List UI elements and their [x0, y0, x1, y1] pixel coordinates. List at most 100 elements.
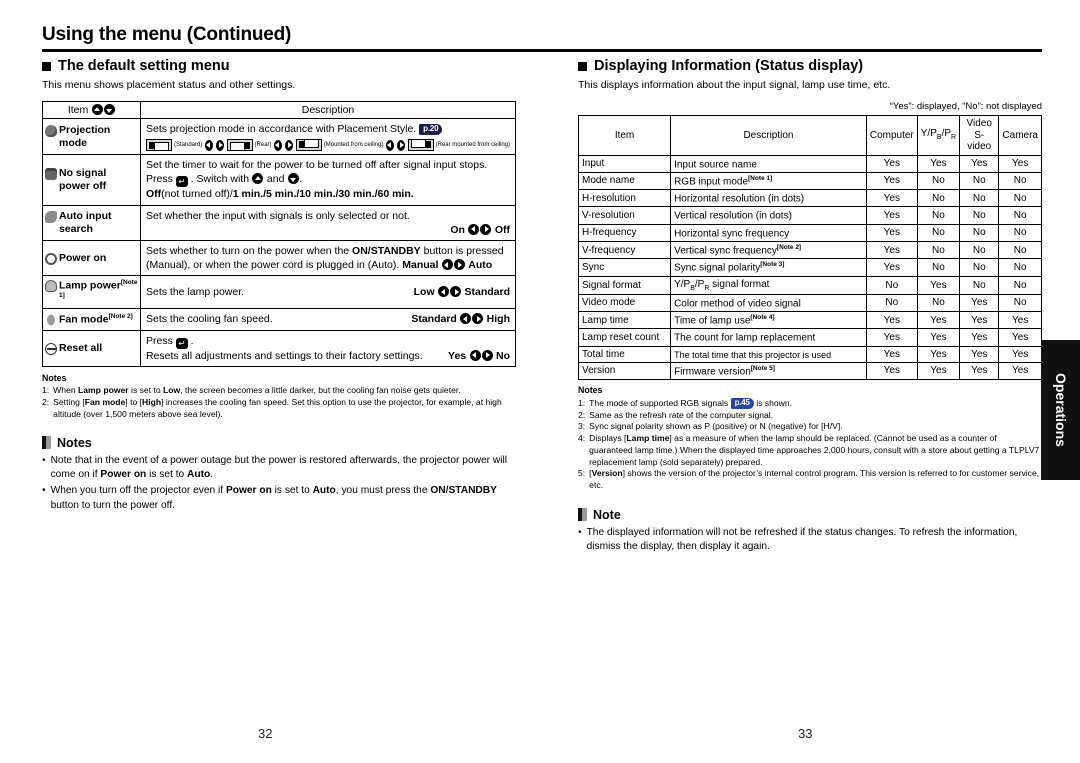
page-ref-badge[interactable]: p.20 — [419, 124, 443, 136]
arrow-right-icon — [215, 139, 225, 151]
cell-item: Lamp time — [577, 311, 672, 330]
note-item: 5: [Version] shows the version of the pr… — [578, 468, 1042, 491]
note-bullet: • The displayed information will not be … — [578, 526, 1042, 555]
projection-rear-label: (Rear) — [254, 142, 272, 149]
cell-ypbpr: Yes — [916, 275, 961, 295]
desc-line-1: Set whether the input with signals is on… — [146, 209, 410, 222]
note-item: 3: Sync signal polarity shown as P (posi… — [578, 421, 843, 432]
cell-desc: The total time that this projector is us… — [670, 345, 867, 363]
note-item: 4: Displays [Lamp time] as a measure of … — [578, 433, 1042, 468]
cell-video: Yes — [959, 361, 1000, 381]
note-reference: [Note 3] — [760, 261, 785, 269]
cell-item: Mode name — [577, 171, 672, 191]
page-ref-badge[interactable]: p.45 — [730, 398, 754, 410]
desc-text: Sets the lamp power. — [146, 286, 245, 299]
desc-text: Sets the cooling fan speed. — [146, 313, 273, 326]
power-on-icon — [45, 252, 57, 265]
cell-computer: No — [865, 293, 918, 313]
note-callout-list: • The displayed information will not be … — [578, 526, 1042, 555]
desc-line-3: Off(not turned off)/1 min./5 min./10 min… — [146, 188, 414, 201]
bullet-square-icon — [578, 61, 587, 71]
arrow-down-icon — [103, 104, 115, 115]
notes-title: Notes — [42, 372, 67, 383]
header-item: Item — [577, 115, 672, 156]
header-ypbpr: Y/PB/PR — [916, 115, 961, 156]
row-item-reset-all: Reset all — [42, 329, 141, 367]
note-bullet: • Note that in the event of a power outa… — [42, 454, 516, 483]
table-row: Total time The total time that this proj… — [577, 345, 1042, 363]
cell-camera: No — [998, 171, 1042, 191]
row-desc-no-signal-power-off: Set the timer to wait for the power to b… — [140, 154, 516, 206]
cell-camera: No — [998, 275, 1042, 295]
row-item-lamp-power: Lamp power[Note 1] — [42, 275, 141, 310]
table-header-row: Item Description Computer Y/PB/PR Video … — [577, 115, 1042, 156]
right-section-heading: Displaying Information (Status display) — [578, 58, 1042, 74]
left-section-intro: This menu shows placement status and oth… — [42, 79, 296, 91]
no-signal-icon — [45, 168, 57, 181]
cell-camera: Yes — [998, 328, 1042, 347]
table-row: Input Input source name Yes Yes Yes Yes — [577, 154, 1042, 173]
cell-video: Yes — [959, 345, 1000, 363]
cell-camera: Yes — [998, 311, 1042, 330]
arrow-right-icon — [397, 139, 406, 151]
lamp-power-icon — [45, 280, 57, 293]
arrow-up-icon — [91, 104, 103, 115]
cell-video: Yes — [959, 311, 1000, 330]
row-item-label: Fan mode — [59, 313, 109, 326]
cell-video: No — [959, 258, 1000, 277]
section-tab-operations[interactable]: Operations — [1041, 340, 1080, 480]
note-text: Sync signal polarity shown as P (positiv… — [589, 421, 843, 432]
note-reference: [Note 1] — [748, 174, 773, 182]
cell-item: H-frequency — [577, 223, 672, 243]
bullet-dot: • — [42, 485, 46, 497]
cell-computer: Yes — [865, 311, 918, 330]
arrow-right-icon — [450, 286, 462, 298]
note-book-icon — [42, 436, 51, 450]
fan-mode-icon — [45, 313, 57, 326]
cell-desc: Sync signal polarity[Note 3] — [670, 258, 867, 277]
table-row: Lamp time Time of lamp use[Note 4] Yes Y… — [577, 311, 1042, 330]
cell-video: Yes — [959, 293, 1000, 313]
notes-title: Notes — [578, 385, 603, 396]
note-bullet-text: When you turn off the projector even if … — [50, 485, 497, 511]
cell-computer: Yes — [865, 189, 918, 208]
cell-desc: Horizontal resolution (in dots) — [670, 189, 867, 208]
projection-rear-ceiling-label: (Rear mounted from ceiling) — [435, 142, 511, 149]
note-text: The mode of supported RGB signals p.45 i… — [589, 398, 793, 410]
table-row: Mode name RGB input mode[Note 1] Yes No … — [577, 171, 1042, 191]
cell-ypbpr: No — [916, 189, 961, 208]
option-toggle: Yes No — [448, 349, 510, 362]
cell-computer: Yes — [865, 206, 918, 225]
arrow-left-icon — [468, 223, 480, 235]
cell-ypbpr: No — [916, 223, 961, 243]
table-row: Lamp reset count The count for lamp repl… — [577, 328, 1042, 347]
table-row: V-resolution Vertical resolution (in dot… — [577, 206, 1042, 225]
header-video: Video S-video — [959, 115, 1000, 156]
arrow-left-icon — [441, 259, 453, 271]
cell-ypbpr: Yes — [916, 154, 961, 173]
table-row: Auto input search Set whether the input … — [42, 204, 516, 241]
cell-item: Signal format — [577, 275, 672, 295]
table-row: Power on Sets whether to turn on the pow… — [42, 239, 516, 277]
left-notes: Notes 1: When Lamp power is set to Low, … — [42, 373, 516, 420]
arrow-left-icon — [460, 313, 472, 325]
cell-computer: Yes — [865, 258, 918, 277]
note-item: 1: The mode of supported RGB signals p.4… — [578, 398, 793, 410]
cell-item: H-resolution — [577, 189, 672, 208]
cell-item: Sync — [577, 258, 672, 277]
row-item-label: Reset all — [59, 341, 103, 354]
cell-video: No — [959, 223, 1000, 243]
option-toggle: Low Standard — [413, 286, 510, 299]
row-desc-reset-all: Press ↵ . Resets all adjustments and set… — [140, 329, 516, 367]
cell-desc: Y/PB/PR signal format — [670, 275, 867, 295]
page-title: Using the menu (Continued) — [42, 24, 292, 45]
cell-desc: Input source name — [670, 154, 867, 173]
note-reference: [Note 5] — [750, 364, 775, 372]
cell-computer: Yes — [865, 241, 918, 260]
cell-camera: No — [998, 223, 1042, 243]
table-row: H-resolution Horizontal resolution (in d… — [577, 189, 1042, 208]
desc-line-2: Resets all adjustments and settings to t… — [146, 349, 510, 362]
cell-camera: No — [998, 258, 1042, 277]
left-page-column: The default setting menu This menu shows… — [42, 58, 516, 515]
right-page-column: Displaying Information (Status display) … — [577, 58, 1042, 556]
